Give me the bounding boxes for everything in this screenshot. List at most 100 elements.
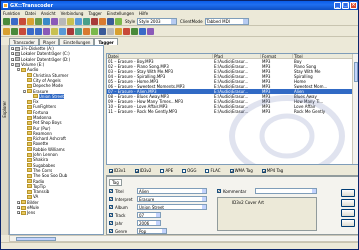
- redo-icon[interactable]: [131, 28, 138, 35]
- field-input[interactable]: Union Street: [137, 204, 207, 210]
- title-bar[interactable]: GX::Transcoder _ □ ×: [1, 1, 358, 10]
- cut-icon[interactable]: [67, 28, 74, 35]
- col-datei[interactable]: Datei: [107, 54, 213, 58]
- expander-icon[interactable]: -: [23, 89, 26, 93]
- expander-icon[interactable]: +: [17, 211, 21, 215]
- add-icon[interactable]: [11, 28, 18, 35]
- field-input[interactable]: 07: [137, 212, 161, 218]
- checkbox[interactable]: ✔: [109, 168, 113, 173]
- tag-type-mp4-tag[interactable]: ✔ MP4 Tag: [259, 168, 286, 173]
- open-icon[interactable]: [11, 17, 18, 25]
- check-icon[interactable]: [115, 17, 122, 25]
- folder-icon[interactable]: [27, 17, 34, 25]
- field-checkbox[interactable]: ✔: [109, 213, 113, 217]
- stop-icon[interactable]: [19, 17, 26, 25]
- cover-delete-button[interactable]: [341, 209, 355, 217]
- tag-type-id3v2[interactable]: ✔ ID3v2: [132, 168, 155, 173]
- search-icon[interactable]: [99, 28, 106, 35]
- menu-hilfe[interactable]: Hilfe: [139, 11, 148, 16]
- expander-icon[interactable]: -: [11, 63, 14, 67]
- edit-icon[interactable]: [51, 28, 58, 35]
- kommentar-input[interactable]: [255, 188, 317, 194]
- checkbox[interactable]: [160, 168, 165, 173]
- field-checkbox[interactable]: ✔: [109, 229, 113, 233]
- tab-tagger[interactable]: Tagger: [94, 38, 118, 45]
- tag-type-id3v1[interactable]: ✔ ID3v1: [106, 168, 129, 173]
- paste-icon[interactable]: [75, 28, 82, 35]
- col-titel[interactable]: Titel: [293, 54, 353, 58]
- cover-apply-button[interactable]: [341, 219, 355, 227]
- list-icon[interactable]: [83, 17, 90, 25]
- delete-icon[interactable]: [91, 17, 98, 25]
- print-icon[interactable]: [139, 28, 146, 35]
- field-checkbox[interactable]: ✔: [109, 189, 113, 193]
- apply-icon[interactable]: [91, 28, 98, 35]
- menu-datei[interactable]: Datei: [25, 11, 36, 16]
- expander-icon[interactable]: +: [11, 47, 15, 51]
- table-scroll-thumb[interactable]: [354, 62, 358, 82]
- field-input[interactable]: 2006: [137, 220, 161, 226]
- settings-icon[interactable]: [59, 17, 66, 25]
- export-icon[interactable]: [99, 17, 106, 25]
- play-icon[interactable]: [3, 17, 10, 25]
- tag-type-ape[interactable]: APE: [157, 168, 176, 173]
- col-pfad[interactable]: Pfad: [213, 54, 261, 58]
- cover-icon[interactable]: [115, 28, 122, 35]
- menu-funktion[interactable]: Funktion: [3, 11, 20, 16]
- down-icon[interactable]: [35, 28, 42, 35]
- kommentar-checkbox[interactable]: ✔: [217, 189, 221, 193]
- refresh-icon[interactable]: [35, 17, 42, 25]
- up-icon[interactable]: [27, 28, 34, 35]
- filter-icon[interactable]: [43, 28, 50, 35]
- field-checkbox[interactable]: ✔: [109, 221, 113, 225]
- tag-type-ogg[interactable]: OGG: [179, 168, 199, 173]
- field-input[interactable]: Alien: [137, 188, 207, 194]
- checkbox[interactable]: [182, 168, 187, 173]
- expander-icon[interactable]: +: [17, 206, 21, 210]
- field-checkbox[interactable]: ✔: [109, 197, 113, 201]
- file-table[interactable]: Datei Pfad Format Titel 01 – Erasure - B…: [106, 53, 358, 165]
- maximize-button[interactable]: □: [342, 2, 349, 9]
- expander-icon[interactable]: -: [17, 68, 20, 72]
- tag-icon[interactable]: [67, 17, 74, 25]
- options-icon[interactable]: [107, 28, 114, 35]
- table-scrollbar[interactable]: [352, 54, 358, 164]
- bottom-scrollbar[interactable]: [9, 235, 358, 242]
- style-select[interactable]: Style 2003: [137, 17, 178, 25]
- bottom-scroll-thumb[interactable]: [16, 237, 56, 241]
- field-checkbox[interactable]: ✔: [109, 205, 113, 209]
- folder-tree[interactable]: +3½-Diskette (A:) + Lokaler Datenträger (C…: [9, 45, 104, 235]
- close-button[interactable]: ×: [350, 2, 357, 9]
- checkbox[interactable]: ✔: [229, 168, 234, 173]
- help-icon[interactable]: [147, 28, 154, 35]
- tab-einstellungen[interactable]: Einstellungen: [59, 38, 95, 45]
- checkbox[interactable]: ✔: [134, 168, 139, 173]
- checkbox[interactable]: ✔: [261, 168, 266, 173]
- convert-icon[interactable]: [51, 17, 58, 25]
- info-icon[interactable]: [75, 17, 82, 25]
- copy-icon[interactable]: [59, 28, 66, 35]
- import-icon[interactable]: [107, 17, 114, 25]
- folder-open-icon[interactable]: [3, 28, 10, 35]
- menu-verbindung[interactable]: Verbindung: [61, 11, 84, 16]
- menu-tagger[interactable]: Tagger: [88, 11, 101, 16]
- clientmode-select[interactable]: Tabbed MDI: [204, 17, 249, 25]
- tag-type-wma-tag[interactable]: ✔ WMA Tag: [227, 168, 256, 173]
- expander-icon[interactable]: +: [11, 57, 15, 61]
- cover-open-button[interactable]: [341, 189, 355, 197]
- tag-type-flac[interactable]: FLAC: [202, 168, 223, 173]
- tab-player[interactable]: Player: [38, 38, 60, 45]
- save-icon[interactable]: [43, 17, 50, 25]
- expander-icon[interactable]: +: [17, 200, 21, 204]
- cover-save-button[interactable]: [341, 199, 355, 207]
- expander-icon[interactable]: +: [11, 52, 15, 56]
- undo-icon[interactable]: [123, 28, 130, 35]
- rename-icon[interactable]: [83, 28, 90, 35]
- menu-ansicht[interactable]: Ansicht: [41, 11, 56, 16]
- remove-icon[interactable]: [19, 28, 26, 35]
- explorer-side-tab[interactable]: Explorer: [1, 45, 9, 235]
- tab-transcoder[interactable]: Transcoder: [9, 38, 39, 45]
- minimize-button[interactable]: _: [334, 2, 341, 9]
- field-input[interactable]: Pop: [137, 228, 167, 234]
- cover-art-box[interactable]: ID3v2 Cover Art: [217, 197, 317, 231]
